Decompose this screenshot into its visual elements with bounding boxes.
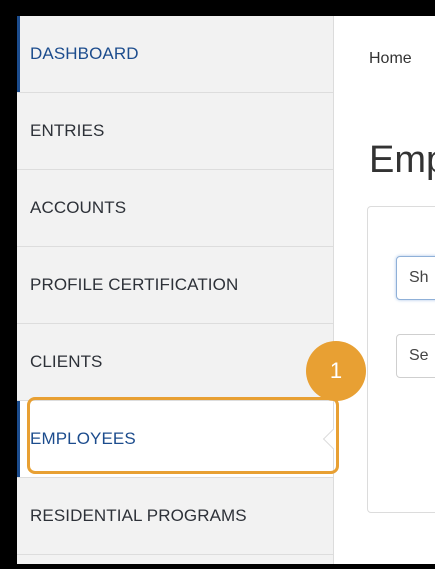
sidebar-item-accounts[interactable]: ACCOUNTS: [17, 170, 333, 247]
app-window: DASHBOARD ENTRIES ACCOUNTS PROFILE CERTI…: [17, 16, 435, 564]
step-number: 1: [329, 358, 343, 383]
sidebar-item-residential-programs[interactable]: RESIDENTIAL PROGRAMS: [17, 478, 333, 555]
screenshot-frame: DASHBOARD ENTRIES ACCOUNTS PROFILE CERTI…: [0, 0, 435, 569]
sidebar-item-profile-certification[interactable]: PROFILE CERTIFICATION: [17, 247, 333, 324]
breadcrumb[interactable]: Home: [369, 50, 412, 68]
sidebar-item-employees[interactable]: EMPLOYEES: [17, 401, 345, 478]
main-content: Home Emp Sh Se: [334, 16, 435, 564]
sidebar-item-label: ENTRIES: [30, 121, 105, 140]
sidebar-item-dashboard[interactable]: DASHBOARD: [17, 16, 333, 93]
show-entries-select[interactable]: Sh: [396, 256, 435, 300]
sidebar-item-label: ACCOUNTS: [30, 198, 127, 217]
sidebar-item-label: CLIENTS: [30, 352, 103, 371]
sidebar-item-label: PROFILE CERTIFICATION: [30, 275, 239, 294]
page-title: Emp: [369, 139, 435, 182]
sidebar-item-entries[interactable]: ENTRIES: [17, 93, 333, 170]
step-number-badge: 1: [306, 341, 366, 401]
search-input[interactable]: Se: [396, 334, 435, 378]
sidebar: DASHBOARD ENTRIES ACCOUNTS PROFILE CERTI…: [17, 16, 345, 564]
breadcrumb-home[interactable]: Home: [369, 50, 412, 67]
sidebar-item-label: RESIDENTIAL PROGRAMS: [30, 506, 247, 525]
sidebar-item-clients[interactable]: CLIENTS: [17, 324, 333, 401]
content-panel: Sh Se: [367, 206, 435, 513]
show-entries-label: Sh: [409, 269, 429, 286]
sidebar-item-label: EMPLOYEES: [30, 429, 136, 448]
sidebar-item-label: DASHBOARD: [30, 44, 139, 63]
search-label: Se: [409, 347, 429, 364]
